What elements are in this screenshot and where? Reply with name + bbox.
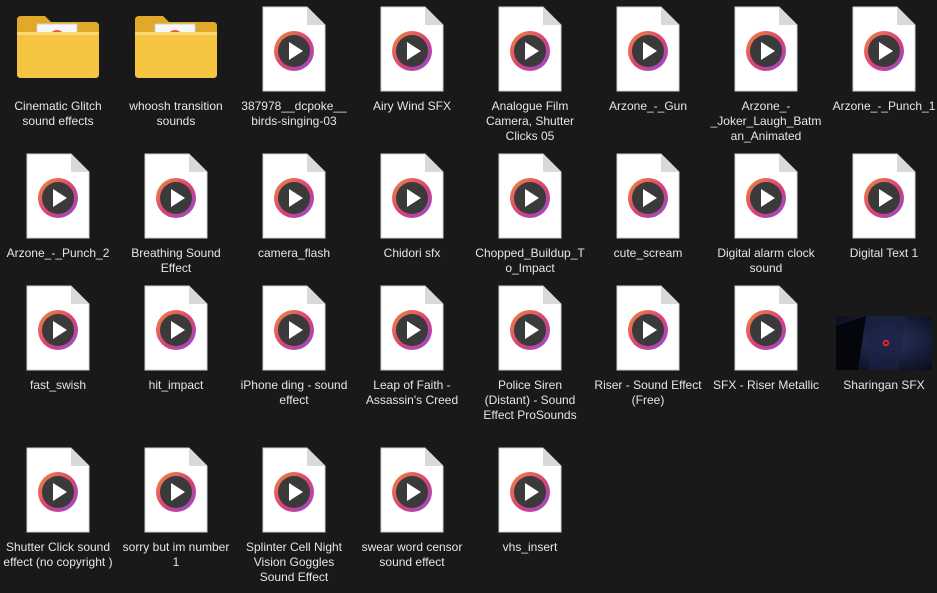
audio-file-icon [472,2,588,92]
file-name-label: SFX - Riser Metallic [712,378,819,392]
file-name-label: Leap of Faith - Assassin's Creed [365,378,459,407]
audio-file-icon [708,281,824,371]
audio-file-icon [0,281,116,371]
file-name-label: Digital alarm clock sound [717,246,815,275]
file-name-label: whoosh transition sounds [129,99,223,128]
audio-file-icon [708,149,824,239]
audio-file-icon [354,2,470,92]
file-name-label: Splinter Cell Night Vision Goggles Sound… [245,540,343,584]
file-name-label: Shutter Click sound effect (no copyright… [3,540,113,569]
file-name-label: iPhone ding - sound effect [240,378,348,407]
file-name-label: fast_swish [29,378,87,392]
folder-icon [0,2,116,88]
audio-file-icon [590,2,706,92]
folder-icon [118,2,234,88]
file-name-label: Riser - Sound Effect (Free) [594,378,702,407]
file-name-label: Airy Wind SFX [372,99,451,113]
file-name-label: Sharingan SFX [843,378,925,392]
video-thumbnail-icon [826,281,937,370]
audio-file-icon [472,149,588,239]
audio-file-icon [472,281,588,371]
file-name-label: 387978__dcpoke__birds-singing-03 [241,99,347,128]
audio-file-icon [354,281,470,371]
file-name-label: Arzone_-_Gun [608,99,688,113]
file-grid: Cinematic Glitch sound effects whoosh tra… [0,0,937,593]
file-name-label: hit_impact [148,378,204,392]
file-name-label: Cinematic Glitch sound effects [14,99,102,128]
file-name-label: camera_flash [257,246,331,260]
audio-file-icon [118,281,234,371]
audio-file-icon [236,2,352,92]
file-name-label: sorry but im number 1 [122,540,230,569]
audio-file-icon [590,149,706,239]
file-name-label: Arzone_-_Punch_1 [832,99,936,113]
file-name-label: Police Siren (Distant) - Sound Effect Pr… [483,378,577,422]
audio-file-icon [0,443,116,533]
file-name-label: Digital Text 1 [849,246,919,260]
file-name-label: Breathing Sound Effect [131,246,221,275]
file-name-label: Arzone_-_Punch_2 [6,246,110,260]
audio-file-icon [354,443,470,533]
file-name-label: cute_scream [613,246,683,260]
audio-file-icon [472,443,588,533]
file-name-label: Chidori sfx [383,246,441,260]
file-name-label: vhs_insert [502,540,558,554]
file-name-label: Arzone_-_Joker_Laugh_Batman_Animated [710,99,822,143]
audio-file-icon [118,443,234,533]
file-name-label: Analogue Film Camera, Shutter Clicks 05 [485,99,575,143]
file-name-label: swear word censor sound effect [361,540,463,569]
audio-file-icon [236,281,352,371]
audio-file-icon [236,443,352,533]
audio-file-icon [708,2,824,92]
audio-file-icon [354,149,470,239]
audio-file-icon [0,149,116,239]
audio-file-icon [826,149,937,239]
audio-file-icon [236,149,352,239]
file-name-label: Chopped_Buildup_To_Impact [475,246,585,275]
audio-file-icon [826,2,937,92]
audio-file-icon [118,149,234,239]
audio-file-icon [590,281,706,371]
